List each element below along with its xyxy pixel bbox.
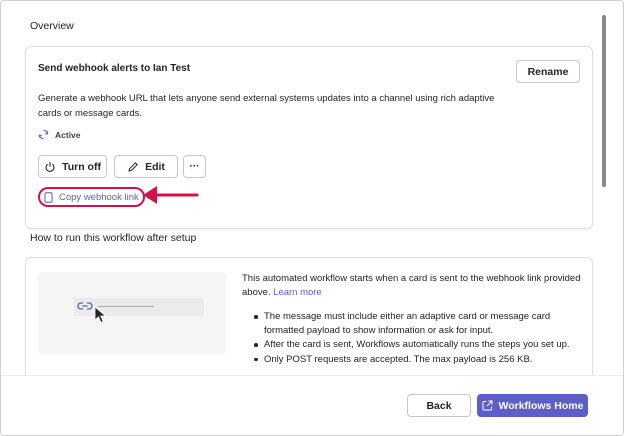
copy-icon [44,191,53,203]
edit-label: Edit [145,160,165,173]
how-to-intro: This automated workflow starts when a ca… [242,272,582,300]
webhook-illustration [38,272,226,354]
copy-link-label: Copy webhook link [59,191,139,203]
scroll-area[interactable]: Overview Send webhook alerts to Ian Test… [1,1,613,375]
back-button[interactable]: Back [407,394,471,417]
workflow-overview-window: Overview Send webhook alerts to Ian Test… [0,0,624,436]
workflow-description: Generate a webhook URL that lets anyone … [38,93,495,119]
scrollbar-thumb[interactable] [602,15,606,187]
how-to-card: This automated workflow starts when a ca… [25,257,593,375]
learn-more-link[interactable]: Learn more [273,287,322,298]
overview-section-title: Overview [30,20,74,32]
workflows-home-label: Workflows Home [498,399,584,412]
workflow-card: Send webhook alerts to Ian Test Rename G… [25,46,593,229]
how-to-bullets: The message must include either an adapt… [254,310,584,367]
link-icon [77,302,93,310]
arrow-annotation-icon [143,186,199,204]
sync-icon [38,129,49,140]
rename-button[interactable]: Rename [516,60,580,83]
list-item: Only POST requests are accepted. The max… [254,353,584,367]
list-item: The message must include either an adapt… [254,310,584,337]
more-options-button[interactable]: ··· [183,155,206,178]
turn-off-button[interactable]: Turn off [38,155,107,178]
footer-bar: Back Workflows Home [1,375,623,435]
workflow-title: Send webhook alerts to Ian Test [38,63,191,74]
copy-webhook-link[interactable]: Copy webhook link [38,187,145,207]
status-label: Active [55,129,81,140]
pencil-icon [127,161,139,173]
edit-button[interactable]: Edit [114,155,178,178]
how-to-section-title: How to run this workflow after setup [30,232,197,244]
status-indicator: Active [38,129,81,140]
list-item: After the card is sent, Workflows automa… [254,338,584,352]
open-external-icon [482,400,493,411]
cursor-icon [94,306,107,324]
workflows-home-button[interactable]: Workflows Home [477,394,588,417]
power-icon [44,161,56,173]
turn-off-label: Turn off [62,160,101,173]
